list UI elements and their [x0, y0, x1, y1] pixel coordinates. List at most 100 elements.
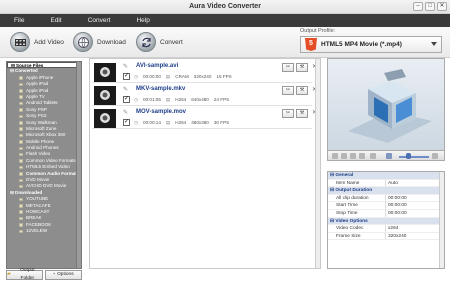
close-button[interactable]: ✕ — [437, 2, 447, 11]
property-row[interactable]: Item Name Auto — [328, 179, 444, 188]
convert-arrows-icon — [136, 32, 156, 52]
property-group-header[interactable]: ⊟ General — [328, 172, 444, 180]
property-row[interactable]: Frame Size 320x240 — [328, 232, 444, 241]
property-row[interactable]: All clip duration 00:00:00 — [328, 194, 444, 203]
property-value[interactable]: 00:00:00 — [388, 202, 407, 210]
add-video-label: Add Video — [34, 38, 64, 46]
stop-icon[interactable] — [341, 153, 347, 159]
scissors-icon[interactable]: ✂ — [282, 63, 294, 72]
properties-scrollbar[interactable] — [439, 172, 444, 268]
player-controls — [327, 150, 445, 161]
film-icon: ▤ — [165, 120, 171, 125]
property-row[interactable]: Start Time 00:00:00 — [328, 202, 444, 210]
download-label: Download — [97, 38, 126, 46]
property-value[interactable]: Auto — [388, 180, 398, 188]
property-value[interactable]: 00:00:00 — [388, 195, 407, 203]
maximize-button[interactable]: □ — [425, 2, 435, 11]
file-list: ✎ AVI-sample.avi ✓ ◷ 00:00:00 ▤ CRAM 320x240 15 … — [89, 58, 321, 269]
file-resolution: 320x240 — [193, 74, 212, 79]
file-details: ◷ 00:01:05 ▤ H264 640x480 24 FPS — [134, 97, 229, 103]
file-row[interactable]: ✎ MOV-sample.mov ✓ ◷ 00:00:14 ▤ H264 480x360 30 … — [92, 108, 312, 129]
property-value[interactable]: x264 — [388, 225, 398, 233]
tree-item-downloaded[interactable]: 12VELEW — [7, 228, 81, 234]
scissors-icon[interactable]: ✂ — [282, 109, 294, 118]
menu-convert[interactable]: Convert — [88, 17, 111, 24]
output-folder-button[interactable]: ▰ Output Folder — [6, 268, 43, 281]
minimize-button[interactable]: – — [413, 2, 423, 11]
chevron-down-icon — [431, 42, 437, 46]
file-checkbox[interactable]: ✓ — [123, 119, 130, 126]
file-checkbox[interactable]: ✓ — [123, 73, 130, 80]
add-video-button[interactable]: Add Video — [10, 31, 64, 53]
download-button[interactable]: Download — [73, 31, 126, 53]
title-bar: Aura Video Converter – □ ✕ — [0, 0, 450, 14]
property-row[interactable]: Stop Time 00:00:00 — [328, 209, 444, 218]
file-codec: H264 — [175, 120, 187, 125]
wrench-icon[interactable]: ⚒ — [296, 63, 308, 72]
options-button[interactable]: ▪ Options — [45, 270, 82, 280]
play-icon[interactable] — [332, 153, 338, 159]
file-codec: H264 — [175, 97, 187, 102]
file-checkbox[interactable]: ✓ — [123, 96, 130, 103]
folder-icon — [19, 108, 23, 112]
menu-bar: File Edit Convert Help — [0, 14, 450, 27]
convert-button[interactable]: Convert — [136, 31, 183, 53]
file-actions: ✂ ⚒ — [282, 109, 308, 118]
output-profile-label: Output Profile: — [300, 28, 336, 34]
property-divider — [385, 225, 386, 232]
fullscreen-icon[interactable] — [432, 153, 438, 159]
edit-icon[interactable]: ✎ — [123, 63, 128, 70]
sidebar-scrollbar[interactable] — [76, 62, 81, 268]
video-thumbnail — [94, 109, 116, 128]
file-row[interactable]: ✎ MKV-sample.mkv ✓ ◷ 00:01:05 ▤ H264 640x480 24 … — [92, 85, 312, 106]
file-name[interactable]: MKV-sample.mkv — [136, 86, 185, 92]
clock-icon: ◷ — [134, 120, 139, 125]
volume-slider-handle[interactable] — [406, 153, 411, 159]
menu-edit[interactable]: Edit — [50, 17, 61, 24]
prev-frame-icon[interactable] — [350, 153, 356, 159]
edit-icon[interactable]: ✎ — [123, 86, 128, 93]
file-details: ◷ 00:00:14 ▤ H264 480x360 30 FPS — [134, 120, 229, 126]
output-profile-dropdown[interactable]: 5 HTML5 MP4 Movie (*.mp4) — [300, 36, 442, 53]
folder-icon — [19, 229, 23, 234]
folder-icon — [19, 101, 23, 106]
next-frame-icon[interactable] — [359, 153, 365, 159]
property-group-header[interactable]: ⊟ Output Duration — [328, 187, 444, 195]
property-row[interactable]: Video Codec x264 — [328, 225, 444, 233]
file-name[interactable]: AVI-sample.avi — [136, 63, 178, 69]
edit-icon[interactable]: ✎ — [123, 109, 128, 116]
property-key: All clip duration — [336, 195, 369, 201]
folder-icon — [19, 140, 23, 144]
menu-help[interactable]: Help — [136, 17, 149, 24]
video-preview — [327, 58, 445, 160]
volume-slider[interactable] — [399, 156, 429, 158]
file-name[interactable]: MOV-sample.mov — [136, 109, 186, 115]
folder-icon — [19, 89, 23, 93]
wrench-icon[interactable]: ⚒ — [296, 109, 308, 118]
wrench-icon[interactable]: ⚒ — [296, 86, 308, 95]
file-codec: CRAM — [175, 74, 189, 79]
file-resolution: 640x480 — [191, 97, 209, 102]
snapshot-icon[interactable] — [370, 153, 376, 159]
property-divider — [385, 179, 386, 187]
menu-file[interactable]: File — [14, 17, 24, 24]
folder-icon — [19, 127, 23, 131]
volume-icon[interactable] — [386, 153, 392, 159]
source-tree: ⊟Source Files ⊟Converted Apple iPhone App… — [6, 61, 82, 269]
property-key: Start Time — [336, 203, 358, 209]
property-value[interactable]: 320x240 — [388, 233, 406, 241]
property-divider — [385, 209, 386, 217]
properties-panel: ⊟ General Item Name Auto ⊟ Output Duration A… — [327, 171, 445, 269]
folder-icon — [19, 133, 23, 138]
folder-icon — [19, 204, 23, 208]
folder-icon — [19, 172, 23, 176]
property-value[interactable]: 00:00:00 — [388, 210, 407, 218]
window-controls: – □ ✕ — [413, 2, 447, 11]
file-row[interactable]: ✎ AVI-sample.avi ✓ ◷ 00:00:00 ▤ CRAM 320x240 15 … — [92, 62, 312, 83]
folder-icon — [19, 152, 23, 157]
scissors-icon[interactable]: ✂ — [282, 86, 294, 95]
folder-icon — [19, 95, 23, 99]
file-actions: ✂ ⚒ — [282, 86, 308, 95]
file-list-scrollbar[interactable] — [315, 59, 320, 268]
property-group-header[interactable]: ⊟ Video Options — [328, 217, 444, 226]
